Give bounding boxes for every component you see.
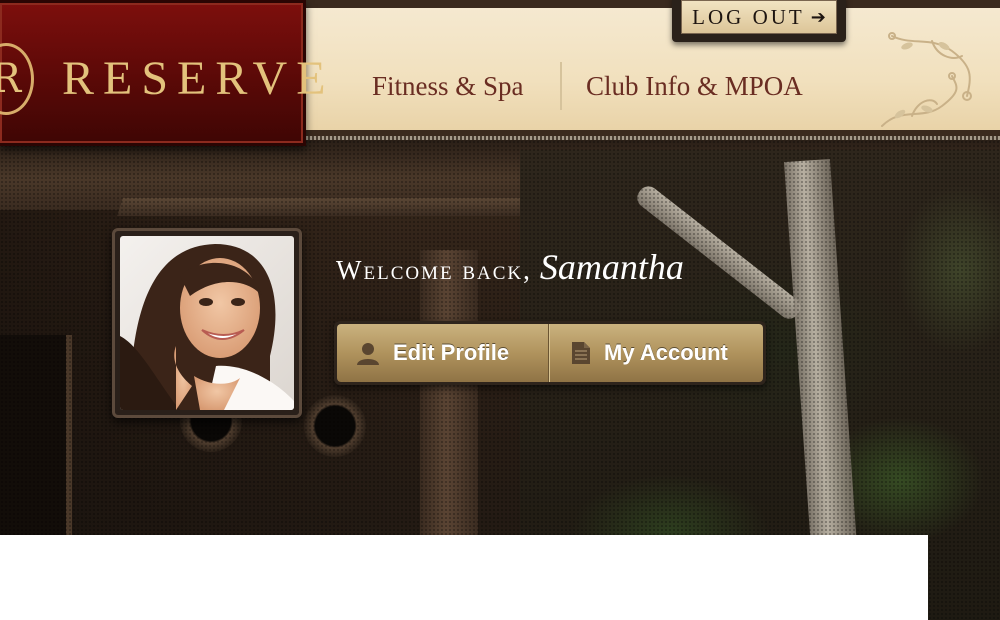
main-nav: Fitness & Spa Club Info & MPOA [306,0,1000,140]
edit-profile-button[interactable]: Edit Profile [337,324,549,382]
logout-button-face: LOG OUT ➔ [681,0,837,34]
my-account-label: My Account [604,340,728,365]
edit-profile-label: Edit Profile [393,340,510,365]
nav-item-club-info[interactable]: Club Info & MPOA [586,64,803,108]
logout-button[interactable]: LOG OUT ➔ [672,0,846,42]
my-account-button[interactable]: My Account [549,324,763,382]
brand-name: RESERVE [62,52,335,105]
welcome-heading: Welcome back, Samantha [336,246,684,288]
logout-label: LOG OUT [692,4,805,29]
content-panel [0,535,928,620]
floral-flourish-icon [881,32,972,127]
nav-separator [560,62,562,110]
brand-logo-panel[interactable]: R RESERVE [0,0,326,146]
avatar-portrait-icon [120,236,294,410]
brand-monogram: R [0,43,34,115]
welcome-user-name: Samantha [539,247,684,287]
document-icon [572,342,590,364]
profile-photo-frame [112,228,302,418]
avatar[interactable] [120,236,294,410]
arrow-right-icon: ➔ [810,6,826,28]
site-header: Fitness & Spa Club Info & MPOA R RESERVE… [0,0,1000,146]
account-actions: Edit Profile My Account [334,321,766,385]
welcome-greeting: Welcome back, [336,255,532,285]
person-icon [357,343,379,365]
nav-item-fitness-spa[interactable]: Fitness & Spa [372,64,524,108]
